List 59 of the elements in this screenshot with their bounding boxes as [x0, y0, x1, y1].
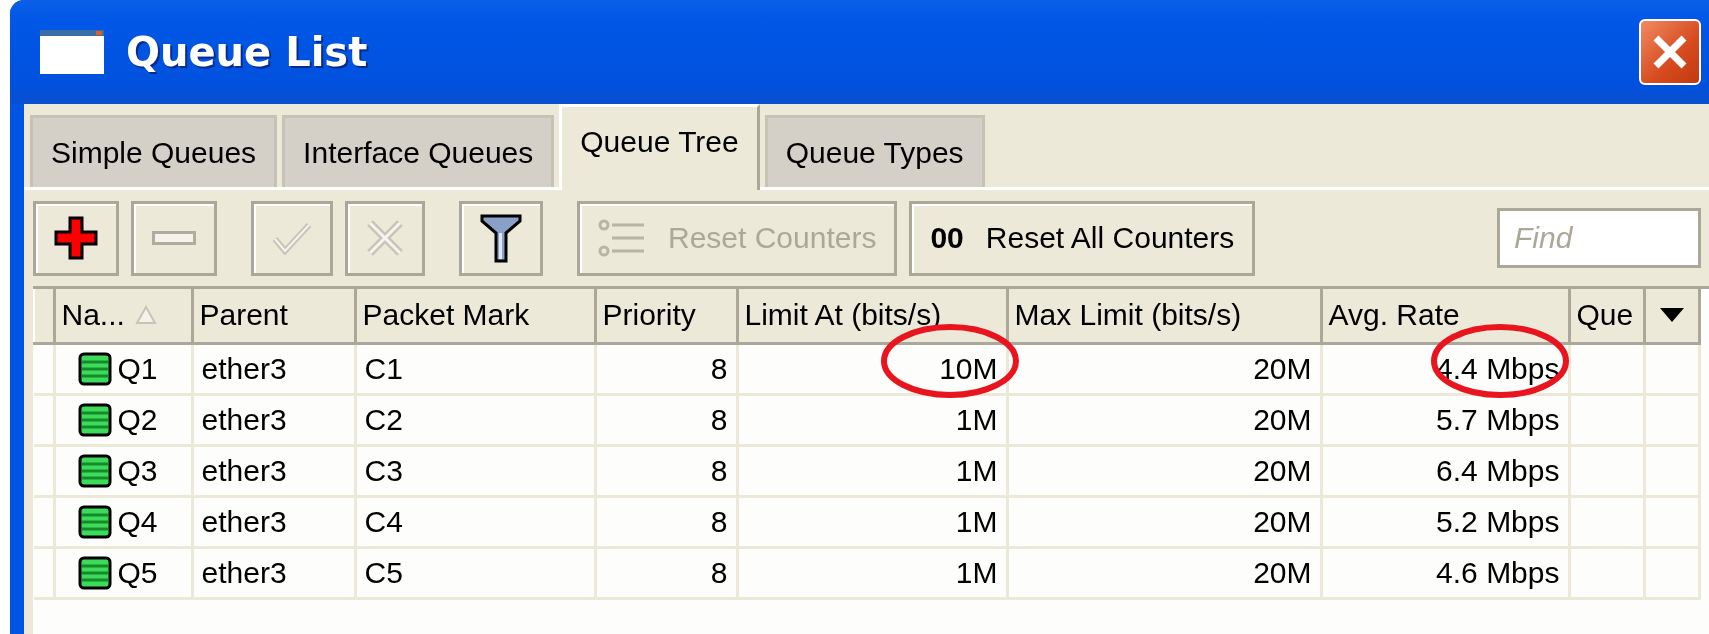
tab[interactable]: Queue Types	[764, 115, 985, 187]
tab[interactable]: Simple Queues	[30, 115, 278, 187]
queue-icon	[77, 402, 112, 437]
add-button[interactable]	[33, 200, 119, 276]
table-cell: Q3	[117, 453, 158, 488]
table-cell: 4.6 Mbps	[1436, 555, 1560, 589]
table-cell: 1M	[955, 402, 998, 436]
table-cell: 20M	[1253, 504, 1312, 538]
table-cell: Q2	[117, 402, 158, 437]
table-cell: 8	[710, 351, 728, 385]
cross-icon	[366, 219, 404, 257]
table-cell: 20M	[1253, 402, 1312, 436]
table-cell: 1M	[955, 555, 998, 589]
reset-all-counters-button[interactable]: 00 Reset All Counters	[909, 200, 1256, 276]
queue-icon	[77, 555, 112, 590]
queue-icon	[77, 351, 112, 386]
plus-icon	[54, 216, 98, 260]
table-cell: Q5	[117, 555, 158, 590]
table-cell: C1	[364, 351, 403, 385]
table-cell: ether3	[201, 555, 287, 589]
search-field[interactable]: Find	[1497, 208, 1701, 268]
table-cell: C4	[364, 504, 403, 538]
table-cell: 10M	[939, 351, 998, 385]
table-cell: 20M	[1253, 453, 1312, 487]
table-cell: 1M	[955, 453, 998, 487]
table-cell: 5.7 Mbps	[1436, 402, 1560, 436]
counter-label: 00	[930, 221, 964, 255]
minus-icon	[152, 231, 196, 245]
table-cell: 5.2 Mbps	[1436, 504, 1560, 538]
check-icon	[272, 221, 312, 255]
table-cell: ether3	[201, 402, 287, 436]
table-cell: C5	[364, 555, 403, 589]
close-icon	[1652, 34, 1688, 70]
table-cell: ether3	[201, 351, 287, 385]
filter-button[interactable]	[459, 200, 543, 276]
close-button[interactable]	[1639, 19, 1701, 85]
queue-icon	[77, 453, 112, 488]
table-cell: C3	[364, 453, 403, 487]
tab[interactable]: Interface Queues	[282, 115, 555, 187]
table-cell: 8	[710, 504, 728, 538]
table-cell: ether3	[201, 504, 287, 538]
table-cell: Q4	[117, 504, 158, 539]
table-cell: 6.4 Mbps	[1436, 453, 1560, 487]
list-icon	[598, 218, 646, 258]
table-cell: 8	[710, 402, 728, 436]
table-cell: 1M	[955, 504, 998, 538]
queue-icon	[77, 504, 112, 539]
table-cell: 20M	[1253, 351, 1312, 385]
filter-icon	[480, 213, 522, 263]
tab[interactable]: Queue Tree	[559, 104, 760, 190]
table-cell: C2	[364, 402, 403, 436]
window-icon	[40, 30, 104, 74]
table-cell: 20M	[1253, 555, 1312, 589]
caret-icon	[1659, 308, 1684, 323]
table-cell: ether3	[201, 453, 287, 487]
table-cell: 8	[710, 453, 728, 487]
window-title: Queue List	[126, 29, 368, 75]
table-cell: 8	[710, 555, 728, 589]
table-cell: Q1	[117, 351, 158, 386]
